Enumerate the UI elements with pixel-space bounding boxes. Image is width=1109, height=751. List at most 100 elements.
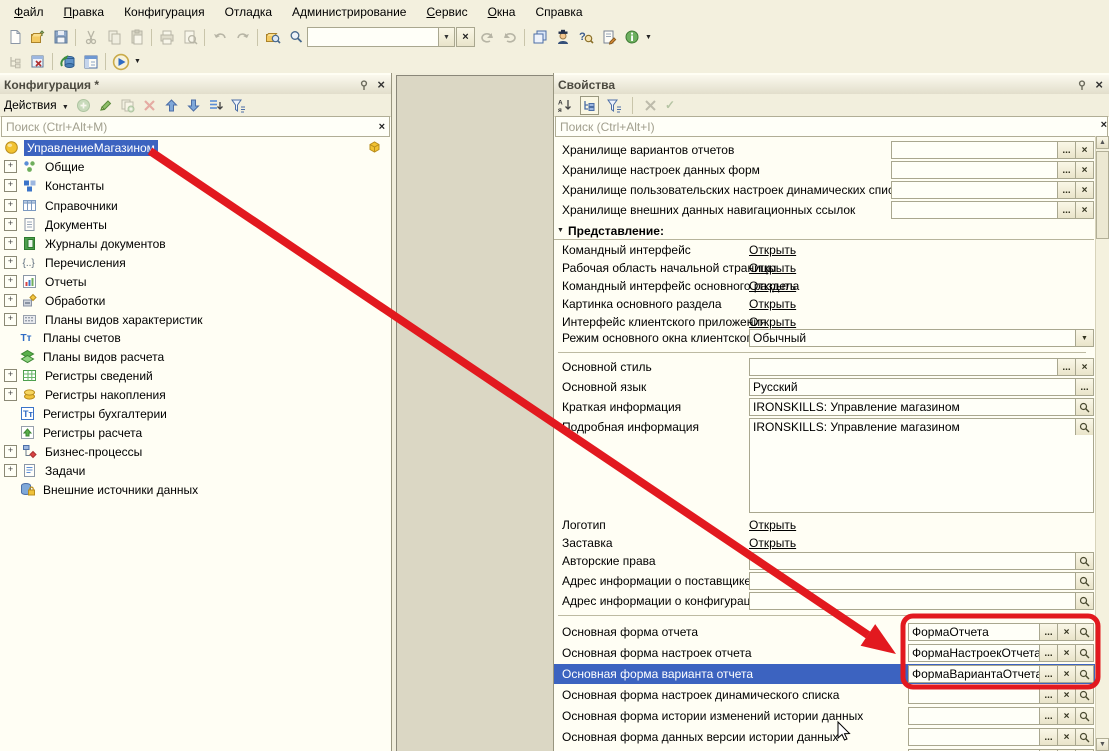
property-command-interface[interactable]: Командный интерфейс Открыть	[554, 240, 1096, 260]
open-link[interactable]: Открыть	[749, 518, 796, 532]
detailed-information-textarea[interactable]: IRONSKILLS: Управление магазином	[749, 418, 1094, 513]
clear-properties-search-icon[interactable]: ×	[1101, 119, 1107, 131]
property-home-page-work-area[interactable]: Рабочая область начальной страницы Откры…	[554, 258, 1096, 278]
properties-search-box[interactable]: Поиск (Ctrl+Alt+I)	[555, 116, 1108, 137]
open-link[interactable]: Открыть	[749, 297, 796, 311]
tree-item-data-processors[interactable]: + Обработки	[0, 291, 391, 310]
print-button[interactable]	[155, 27, 178, 48]
brief-information-field[interactable]: IRONSKILLS: Управление магазином	[749, 398, 1094, 416]
tree-item-constants[interactable]: + Константы	[0, 176, 391, 195]
property-main-style[interactable]: Основной стиль ...×	[554, 357, 1096, 377]
property-main-window-mode[interactable]: Режим основного окна клиентского приложе…	[554, 328, 1096, 348]
syntax-assistant-button[interactable]	[551, 27, 574, 48]
open-link[interactable]: Открыть	[749, 279, 796, 293]
clear-value-button[interactable]: ×	[1057, 687, 1075, 703]
property-default-report-variant-form[interactable]: Основная форма варианта отчета ФормаВари…	[554, 664, 1096, 684]
close-panel-icon[interactable]: ×	[1093, 77, 1105, 92]
sort-alphabetical-icon[interactable]: Ая	[558, 98, 573, 113]
print-preview-button[interactable]	[178, 27, 201, 48]
tree-item-tasks[interactable]: + Задачи	[0, 461, 391, 480]
menu-help[interactable]: Справка	[525, 1, 592, 23]
search-combobox[interactable]: ▼	[307, 27, 455, 47]
tree-item-calculation-registers[interactable]: Регистры расчета	[0, 423, 391, 442]
search-value-button[interactable]	[1075, 729, 1093, 745]
group-by-categories-icon[interactable]	[580, 96, 599, 115]
property-default-report-form[interactable]: Основная форма отчета ФормаОтчета...×	[554, 622, 1096, 642]
tree-item-information-registers[interactable]: + Регистры сведений	[0, 366, 391, 385]
default-dynamic-list-settings-form-field[interactable]: ...×	[908, 686, 1094, 704]
property-vendor-information-address[interactable]: Адрес информации о поставщике	[554, 571, 1096, 591]
nav-back-button[interactable]	[475, 27, 498, 48]
expand-icon[interactable]: +	[4, 369, 17, 382]
copyright-field[interactable]	[749, 552, 1094, 570]
open-link[interactable]: Открыть	[749, 261, 796, 275]
tree-item-accounting-registers[interactable]: Тт Регистры бухгалтерии	[0, 404, 391, 423]
dynamic-lists-user-settings-storage-field[interactable]: ...×	[891, 181, 1094, 199]
property-default-data-history-version-data-form[interactable]: Основная форма данных версии истории дан…	[554, 727, 1096, 747]
scroll-down-icon[interactable]: ▼	[1096, 738, 1109, 751]
cancel-edit-icon[interactable]	[643, 98, 658, 113]
property-default-dynamic-list-settings-form[interactable]: Основная форма настроек динамического сп…	[554, 685, 1096, 705]
search-value-button[interactable]	[1075, 419, 1093, 435]
ellipsis-button[interactable]: ...	[1039, 687, 1057, 703]
property-detailed-information[interactable]: Подробная информация IRONSKILLS: Управле…	[554, 417, 1096, 514]
ellipsis-button[interactable]: ...	[1039, 729, 1057, 745]
property-splash[interactable]: Заставка Открыть	[554, 533, 1096, 553]
copy-button[interactable]	[102, 27, 125, 48]
default-report-form-field[interactable]: ФормаОтчета...×	[908, 623, 1094, 641]
add-icon[interactable]	[76, 98, 91, 113]
vendor-information-address-field[interactable]	[749, 572, 1094, 590]
search-value-button[interactable]	[1075, 593, 1093, 609]
clear-search-button[interactable]: ×	[456, 27, 475, 47]
report-variants-storage-field[interactable]: ...×	[891, 141, 1094, 159]
property-dynamic-lists-user-settings-storage[interactable]: Хранилище пользовательских настроек дина…	[554, 180, 1096, 200]
search-value-button[interactable]	[1075, 399, 1093, 415]
expand-icon[interactable]: +	[4, 388, 17, 401]
ellipsis-button[interactable]: ...	[1057, 142, 1075, 158]
save-button[interactable]	[49, 27, 72, 48]
tree-item-charts-of-accounts[interactable]: Тт Планы счетов	[0, 328, 391, 347]
configuration-tree-button[interactable]	[3, 51, 26, 72]
collapse-section-icon[interactable]: ▼	[557, 227, 564, 234]
scrollbar-thumb[interactable]	[1096, 151, 1109, 239]
expand-icon[interactable]: +	[4, 160, 17, 173]
copy-windows-button[interactable]	[528, 27, 551, 48]
property-default-report-settings-form[interactable]: Основная форма настроек отчета ФормаНаст…	[554, 643, 1096, 663]
clear-value-button[interactable]: ×	[1057, 645, 1075, 661]
paste-button[interactable]	[125, 27, 148, 48]
tree-item-documents[interactable]: + Документы	[0, 215, 391, 234]
update-database-config-button[interactable]	[56, 51, 79, 72]
ellipsis-button[interactable]: ...	[1039, 708, 1057, 724]
menu-windows[interactable]: Окна	[478, 1, 526, 23]
ellipsis-button[interactable]: ...	[1039, 645, 1057, 661]
external-nav-links-storage-field[interactable]: ...×	[891, 201, 1094, 219]
clear-value-button[interactable]: ×	[1075, 162, 1093, 178]
sort-list-icon[interactable]	[208, 98, 223, 113]
expand-icon[interactable]: +	[4, 199, 17, 212]
cut-button[interactable]	[79, 27, 102, 48]
default-report-variant-form-field[interactable]: ФормаВариантаОтчета...×	[908, 665, 1094, 683]
clear-value-button[interactable]: ×	[1075, 202, 1093, 218]
undo-button[interactable]	[208, 27, 231, 48]
close-configuration-button[interactable]	[26, 51, 49, 72]
scroll-up-icon[interactable]: ▲	[1096, 136, 1109, 149]
ellipsis-button[interactable]: ...	[1057, 162, 1075, 178]
dropdown-button[interactable]: ▼	[1075, 330, 1093, 346]
template-document-button[interactable]	[597, 27, 620, 48]
search-value-button[interactable]	[1075, 624, 1093, 640]
default-report-settings-form-field[interactable]: ФормаНастроекОтчета...×	[908, 644, 1094, 662]
filter-icon[interactable]	[230, 98, 246, 113]
search-value-button[interactable]	[1075, 553, 1093, 569]
menu-edit[interactable]: Правка	[54, 1, 115, 23]
clear-value-button[interactable]: ×	[1075, 142, 1093, 158]
main-style-field[interactable]: ...×	[749, 358, 1094, 376]
nav-forward-button[interactable]	[498, 27, 521, 48]
move-down-icon[interactable]	[186, 98, 201, 113]
expand-icon[interactable]: +	[4, 218, 17, 231]
ellipsis-button[interactable]: ...	[1057, 202, 1075, 218]
tree-item-common[interactable]: + Общие	[0, 157, 391, 176]
tree-item-business-processes[interactable]: + Бизнес-процессы	[0, 442, 391, 461]
expand-icon[interactable]: +	[4, 445, 17, 458]
open-link[interactable]: Открыть	[749, 243, 796, 257]
form-data-settings-storage-field[interactable]: ...×	[891, 161, 1094, 179]
